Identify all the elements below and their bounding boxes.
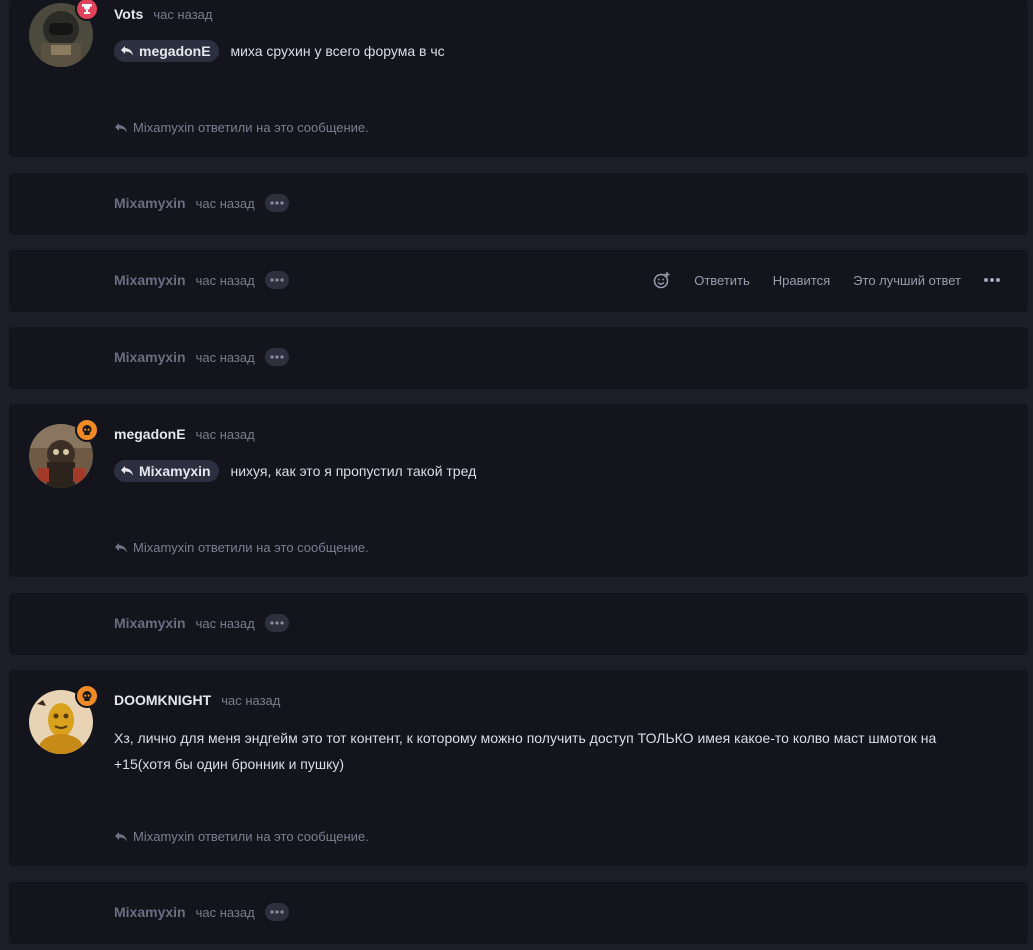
ellipsis-icon	[270, 910, 284, 914]
post-text: Хз, лично для меня эндгейм это тот конте…	[114, 729, 937, 772]
expand-more-button[interactable]	[264, 348, 289, 366]
ellipsis-icon	[270, 278, 284, 282]
replied-note[interactable]: Mixamyxin ответили на это сообщение.	[114, 540, 369, 555]
post-card-collapsed: Mixamyxin час назад Ответить Нравится Эт…	[9, 250, 1028, 312]
post-card-collapsed: Mixamyxin час назад	[9, 593, 1028, 655]
avatar[interactable]	[29, 418, 99, 488]
quote-chip[interactable]: Mixamyxin	[114, 460, 219, 483]
post-time[interactable]: час назад	[196, 350, 255, 365]
post-time[interactable]: час назад	[196, 616, 255, 631]
post-card: DOOMKNIGHT час назад Хз, лично для меня …	[9, 670, 1028, 866]
ellipsis-icon	[984, 278, 1000, 282]
ellipsis-icon	[270, 621, 284, 625]
post-card: megadonE час назад Mixamyxin нихуя, как …	[9, 404, 1028, 577]
post-time[interactable]: час назад	[196, 273, 255, 288]
post-actions: Ответить Нравится Это лучший ответ	[653, 271, 1000, 289]
post-author[interactable]: megadonE	[114, 426, 186, 442]
expand-more-button[interactable]	[264, 903, 289, 921]
ellipsis-icon	[270, 355, 284, 359]
avatar[interactable]	[29, 684, 99, 754]
post-time[interactable]: час назад	[196, 196, 255, 211]
replied-note[interactable]: Mixamyxin ответили на это сообщение.	[114, 120, 369, 135]
add-reaction-icon	[653, 272, 670, 289]
reply-button[interactable]: Ответить	[694, 273, 750, 288]
ellipsis-icon	[270, 201, 284, 205]
post-author[interactable]: Mixamyxin	[114, 349, 186, 365]
reply-arrow-icon	[115, 542, 127, 552]
post-card-collapsed: Mixamyxin час назад	[9, 327, 1028, 389]
post-menu-button[interactable]	[984, 278, 1000, 282]
skull-icon	[75, 418, 99, 442]
replied-note[interactable]: Mixamyxin ответили на это сообщение.	[114, 829, 369, 844]
post-card-collapsed: Mixamyxin час назад	[9, 173, 1028, 235]
post-text: нихуя, как это я пропустил такой тред	[230, 462, 477, 479]
reply-arrow-icon	[121, 466, 133, 476]
expand-more-button[interactable]	[264, 614, 289, 632]
add-reaction-button[interactable]	[653, 271, 671, 289]
post-author[interactable]: Mixamyxin	[114, 615, 186, 631]
quote-user: megadonE	[139, 42, 211, 59]
post-author[interactable]: Vots	[114, 6, 143, 22]
trophy-icon	[75, 0, 99, 21]
reply-arrow-icon	[121, 46, 133, 56]
post-time[interactable]: час назад	[196, 905, 255, 920]
post-author[interactable]: Mixamyxin	[114, 272, 186, 288]
post-body: megadonE миха срухин у всего форума в чс	[114, 38, 988, 64]
skull-icon	[75, 684, 99, 708]
quote-user: Mixamyxin	[139, 462, 211, 479]
expand-more-button[interactable]	[264, 271, 289, 289]
replied-text: Mixamyxin ответили на это сообщение.	[133, 829, 369, 844]
quote-chip[interactable]: megadonE	[114, 40, 219, 63]
post-time[interactable]: час назад	[221, 693, 280, 708]
like-button[interactable]: Нравится	[773, 273, 830, 288]
post-body: Mixamyxin нихуя, как это я пропустил так…	[114, 458, 988, 484]
post-author[interactable]: Mixamyxin	[114, 195, 186, 211]
post-body: Хз, лично для меня эндгейм это тот конте…	[114, 725, 988, 777]
replied-text: Mixamyxin ответили на это сообщение.	[133, 120, 369, 135]
post-text: миха срухин у всего форума в чс	[230, 42, 445, 59]
post-time[interactable]: час назад	[196, 427, 255, 442]
post-card: Vots час назад megadonE миха срухин у вс…	[9, 0, 1028, 157]
post-author[interactable]: DOOMKNIGHT	[114, 692, 211, 708]
post-author[interactable]: Mixamyxin	[114, 904, 186, 920]
post-feed: Vots час назад megadonE миха срухин у вс…	[0, 0, 1033, 950]
replied-text: Mixamyxin ответили на это сообщение.	[133, 540, 369, 555]
post-time[interactable]: час назад	[153, 7, 212, 22]
reply-arrow-icon	[115, 122, 127, 132]
avatar[interactable]	[29, 0, 99, 67]
reply-arrow-icon	[115, 831, 127, 841]
expand-more-button[interactable]	[264, 194, 289, 212]
post-card-collapsed: Mixamyxin час назад	[9, 882, 1028, 944]
best-answer-button[interactable]: Это лучший ответ	[853, 273, 961, 288]
